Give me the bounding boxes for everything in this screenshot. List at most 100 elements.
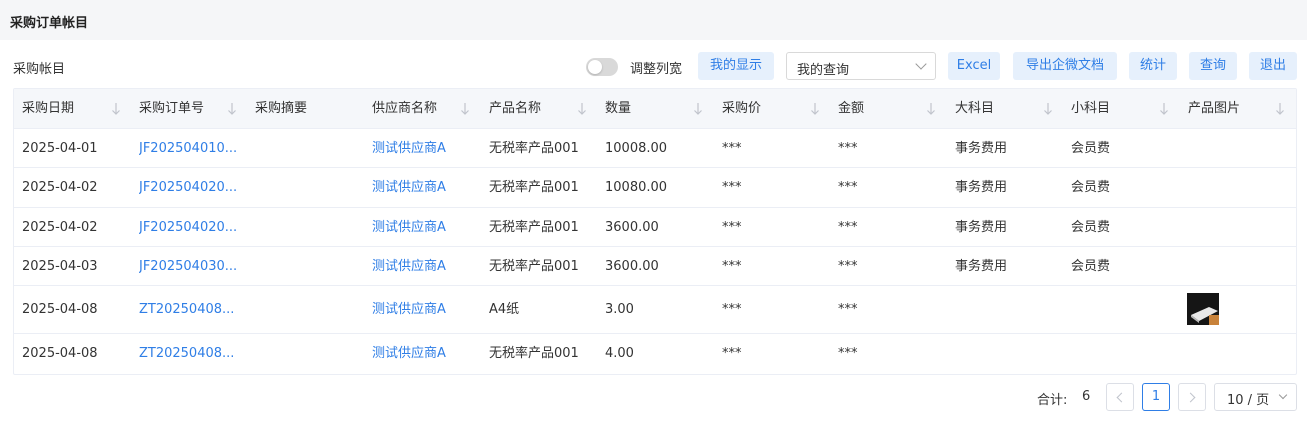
cell-minor bbox=[1071, 286, 1167, 334]
column-header: 采购摘要 bbox=[255, 101, 308, 116]
arrow-down-icon[interactable] bbox=[460, 102, 470, 116]
cell-supplier[interactable]: 测试供应商A bbox=[372, 286, 468, 334]
cell-minor: 会员费 bbox=[1071, 180, 1111, 195]
cell-supplier[interactable]: 测试供应商A bbox=[372, 208, 468, 247]
cell-summary bbox=[255, 129, 355, 168]
column-header: 大科目 bbox=[955, 101, 995, 116]
arrow-down-icon[interactable] bbox=[1159, 102, 1169, 116]
cell-summary bbox=[255, 286, 355, 334]
chevron-left-icon bbox=[1116, 392, 1127, 403]
cell-summary bbox=[255, 334, 355, 374]
next-page-button[interactable] bbox=[1178, 383, 1206, 411]
column-header: 采购订单号 bbox=[139, 101, 205, 116]
cell-product: 无税率产品001 bbox=[489, 259, 579, 274]
cell-order-no[interactable]: JF202504020... bbox=[139, 208, 239, 247]
table-row: 2025-04-02 JF202504020... 测试供应商A 无税率产品001 36… bbox=[14, 208, 1296, 247]
cell-amount: *** bbox=[838, 180, 858, 195]
query-button[interactable]: 查询 bbox=[1189, 52, 1237, 80]
page-size-select[interactable]: 10 / 页 bbox=[1214, 383, 1297, 411]
table-row: 2025-04-08 ZT20250408... 测试供应商A 无税率产品001 4.0… bbox=[14, 334, 1296, 374]
orders-table: 采购日期 采购订单号 采购摘要 供应商名称 产品名称 数量 采购价 金额 大科目 小科目 产品图片 … bbox=[13, 88, 1297, 375]
column-header: 产品图片 bbox=[1188, 101, 1241, 116]
table-row: 2025-04-02 JF202504020... 测试供应商A 无税率产品001 10… bbox=[14, 168, 1296, 208]
arrow-down-icon[interactable] bbox=[926, 102, 936, 116]
cell-major: 事务费用 bbox=[955, 141, 1008, 156]
cell-product: 无税率产品001 bbox=[489, 141, 579, 156]
cell-price: *** bbox=[722, 302, 742, 317]
cell-summary bbox=[255, 208, 355, 247]
cell-order-no[interactable]: JF202504020... bbox=[139, 168, 239, 208]
cell-major: 事务费用 bbox=[955, 180, 1008, 195]
cell-amount: *** bbox=[838, 141, 858, 156]
cell-date: 2025-04-08 bbox=[22, 346, 98, 361]
cell-price: *** bbox=[722, 180, 742, 195]
cell-major: 事务费用 bbox=[955, 259, 1008, 274]
cell-qty: 3.00 bbox=[605, 302, 634, 317]
column-header: 小科目 bbox=[1071, 101, 1111, 116]
arrow-down-icon[interactable] bbox=[577, 102, 587, 116]
cell-qty: 10080.00 bbox=[605, 180, 668, 195]
cell-supplier[interactable]: 测试供应商A bbox=[372, 168, 468, 208]
cell-amount: *** bbox=[838, 302, 858, 317]
cell-date: 2025-04-02 bbox=[22, 180, 98, 195]
cell-qty: 3600.00 bbox=[605, 220, 659, 235]
cell-amount: *** bbox=[838, 259, 858, 274]
cell-major: 事务费用 bbox=[955, 220, 1008, 235]
product-image[interactable] bbox=[1187, 293, 1219, 325]
prev-page-button[interactable] bbox=[1106, 383, 1134, 411]
cell-minor bbox=[1071, 334, 1167, 374]
arrow-down-icon[interactable] bbox=[1043, 102, 1053, 116]
cell-order-no[interactable]: JF202504030... bbox=[139, 247, 239, 286]
cell-date: 2025-04-08 bbox=[22, 302, 98, 317]
cell-date: 2025-04-01 bbox=[22, 141, 98, 156]
adjust-width-label: 调整列宽 bbox=[630, 62, 683, 77]
title-bar: 采购订单帐目 bbox=[0, 0, 1307, 40]
table-row: 2025-04-01 JF202504010... 测试供应商A 无税率产品001 10… bbox=[14, 129, 1296, 168]
chevron-right-icon bbox=[1185, 392, 1196, 403]
cell-order-no[interactable]: JF202504010... bbox=[139, 129, 239, 168]
cell-supplier[interactable]: 测试供应商A bbox=[372, 129, 468, 168]
exit-button[interactable]: 退出 bbox=[1249, 52, 1297, 80]
export-wecom-button[interactable]: 导出企微文档 bbox=[1013, 52, 1117, 80]
arrow-down-icon[interactable] bbox=[111, 102, 121, 116]
total-count: 6 bbox=[1082, 389, 1091, 404]
cell-order-no[interactable]: ZT20250408... bbox=[139, 334, 239, 374]
table-row: 2025-04-08 ZT20250408... 测试供应商A A4纸 3.00 *** *… bbox=[14, 286, 1296, 334]
cell-qty: 3600.00 bbox=[605, 259, 659, 274]
cell-price: *** bbox=[722, 141, 742, 156]
cell-summary bbox=[255, 168, 355, 208]
my-query-value: 我的查询 bbox=[797, 63, 850, 78]
adjust-width-toggle[interactable] bbox=[586, 58, 618, 76]
cell-order-no[interactable]: ZT20250408... bbox=[139, 286, 239, 334]
cell-minor: 会员费 bbox=[1071, 259, 1111, 274]
cell-minor: 会员费 bbox=[1071, 220, 1111, 235]
excel-button[interactable]: Excel bbox=[948, 52, 1000, 80]
arrow-down-icon[interactable] bbox=[693, 102, 703, 116]
cell-supplier[interactable]: 测试供应商A bbox=[372, 334, 468, 374]
arrow-down-icon[interactable] bbox=[227, 102, 237, 116]
my-display-button[interactable]: 我的显示 bbox=[698, 52, 774, 80]
cell-product: 无税率产品001 bbox=[489, 220, 579, 235]
chevron-down-icon bbox=[915, 58, 927, 70]
my-query-select[interactable]: 我的查询 bbox=[786, 52, 936, 80]
cell-major bbox=[955, 334, 1055, 374]
cell-date: 2025-04-03 bbox=[22, 259, 98, 274]
section-label: 采购帐目 bbox=[13, 62, 66, 77]
cell-product: 无税率产品001 bbox=[489, 180, 579, 195]
page-size-value: 10 / 页 bbox=[1227, 393, 1270, 408]
column-header: 产品名称 bbox=[489, 101, 542, 116]
column-header: 供应商名称 bbox=[372, 101, 438, 116]
cell-amount: *** bbox=[838, 220, 858, 235]
arrow-down-icon[interactable] bbox=[810, 102, 820, 116]
table-body: 2025-04-01 JF202504010... 测试供应商A 无税率产品001 10… bbox=[14, 129, 1296, 374]
cell-major bbox=[955, 286, 1055, 334]
cell-supplier[interactable]: 测试供应商A bbox=[372, 247, 468, 286]
chevron-down-icon bbox=[1278, 390, 1288, 400]
column-header: 数量 bbox=[605, 101, 632, 116]
page-1-button[interactable]: 1 bbox=[1142, 383, 1170, 411]
cell-qty: 10008.00 bbox=[605, 141, 668, 156]
total-label: 合计: bbox=[1037, 393, 1068, 408]
cell-qty: 4.00 bbox=[605, 346, 634, 361]
arrow-down-icon[interactable] bbox=[1275, 102, 1285, 116]
stats-button[interactable]: 统计 bbox=[1129, 52, 1177, 80]
